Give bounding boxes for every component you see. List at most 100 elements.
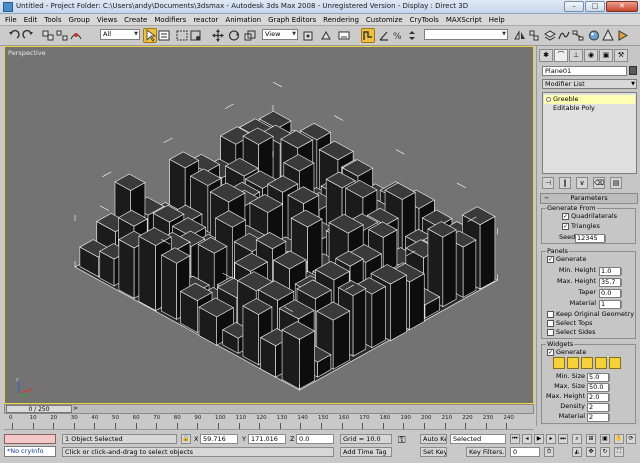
select-tops-checkbox[interactable]: [547, 320, 554, 327]
create-tab-icon[interactable]: ✱: [539, 49, 553, 62]
taper-spinner[interactable]: 0.0: [599, 289, 622, 298]
select-object-icon[interactable]: [143, 28, 157, 43]
menu-graph-editors[interactable]: Graph Editors: [268, 16, 316, 24]
menu-group[interactable]: Group: [69, 16, 90, 24]
object-name-field[interactable]: Plane01: [542, 66, 627, 76]
time-slider-handle[interactable]: 0 / 250: [6, 405, 72, 413]
unlink-icon[interactable]: [56, 29, 68, 42]
maxscript-listener-mini[interactable]: [4, 434, 56, 444]
widget-type-4-icon[interactable]: [595, 357, 607, 369]
close-button[interactable]: ✕: [606, 1, 638, 12]
x-coordinate-field[interactable]: 59.716: [200, 434, 238, 444]
viewport-label[interactable]: Perspective: [8, 49, 46, 57]
select-and-move-icon[interactable]: [212, 29, 224, 42]
pan-icon[interactable]: ✋: [614, 434, 624, 444]
parameters-rollout-header[interactable]: − Parameters: [540, 193, 638, 204]
min-size-spinner[interactable]: 5.0: [587, 373, 610, 382]
minimize-button[interactable]: –: [564, 1, 584, 12]
layer-manager-icon[interactable]: [544, 29, 556, 42]
stack-item-greeble[interactable]: Greeble: [544, 95, 635, 104]
menu-reactor[interactable]: reactor: [193, 16, 218, 24]
lightbulb-icon[interactable]: [546, 97, 551, 102]
widget-type-5-icon[interactable]: [609, 357, 621, 369]
y-coordinate-field[interactable]: 171.016: [248, 434, 286, 444]
widget-type-3-icon[interactable]: [581, 357, 593, 369]
previous-frame-icon[interactable]: ◂: [522, 434, 532, 444]
next-frame-icon[interactable]: ▸: [546, 434, 556, 444]
perspective-viewport[interactable]: Perspective z: [4, 46, 534, 404]
snaps-toggle-icon[interactable]: [361, 28, 375, 43]
hand-pan-icon[interactable]: ✥: [586, 447, 596, 457]
curve-editor-icon[interactable]: [558, 29, 570, 42]
arc-rotate-icon[interactable]: ↻: [600, 447, 610, 457]
modify-tab-icon[interactable]: ⌒: [554, 49, 568, 62]
zoom-icon[interactable]: ⌕: [572, 434, 582, 444]
key-icon[interactable]: ⚿: [398, 436, 406, 446]
field-of-view-icon[interactable]: ◭: [572, 447, 582, 457]
key-mode-dropdown[interactable]: Selected: [450, 434, 506, 444]
remove-modifier-icon[interactable]: ⌫: [593, 177, 605, 189]
widget-type-1-icon[interactable]: [553, 357, 565, 369]
menu-animation[interactable]: Animation: [225, 16, 261, 24]
current-frame-field[interactable]: 0: [510, 447, 540, 457]
menu-help[interactable]: Help: [489, 16, 505, 24]
widget-max-height-spinner[interactable]: 2.0: [587, 393, 610, 402]
maxscript-prompt[interactable]: *No cryInfo: [4, 446, 56, 457]
auto-key-button[interactable]: Auto Key: [420, 434, 447, 444]
mirror-icon[interactable]: [514, 29, 526, 42]
widget-type-2-icon[interactable]: [567, 357, 579, 369]
modifier-list-dropdown[interactable]: Modifier List ▼: [542, 79, 637, 89]
widgets-generate-checkbox[interactable]: ✓: [547, 349, 554, 356]
select-and-manipulate-icon[interactable]: [320, 29, 332, 42]
render-setup-icon[interactable]: [602, 29, 614, 42]
app-icon[interactable]: [3, 2, 13, 12]
menu-modifiers[interactable]: Modifiers: [154, 16, 186, 24]
display-tab-icon[interactable]: ▣: [599, 49, 613, 62]
greeble-city-mesh[interactable]: [5, 47, 533, 403]
menu-maxscript[interactable]: MAXScript: [446, 16, 482, 24]
keyboard-shortcut-override-icon[interactable]: [338, 29, 350, 42]
triangles-checkbox[interactable]: ✓: [562, 223, 569, 230]
select-and-scale-icon[interactable]: [244, 29, 256, 42]
object-color-swatch[interactable]: [629, 66, 637, 75]
time-configuration-icon[interactable]: ⏱: [544, 447, 554, 457]
max-height-spinner[interactable]: 35.7: [599, 278, 622, 287]
time-slider-next-icon[interactable]: >: [73, 405, 78, 413]
configure-modifier-sets-icon[interactable]: ▤: [610, 177, 622, 189]
panels-generate-checkbox[interactable]: ✓: [547, 256, 554, 263]
select-sides-checkbox[interactable]: [547, 329, 554, 336]
material-editor-icon[interactable]: [588, 29, 600, 42]
maximize-button[interactable]: □: [585, 1, 605, 12]
percent-snap-icon[interactable]: %: [392, 29, 404, 42]
density-spinner[interactable]: 2: [587, 403, 610, 412]
named-selection-sets-dropdown[interactable]: ▼: [424, 29, 508, 40]
menu-file[interactable]: File: [5, 16, 17, 24]
undo-icon[interactable]: [8, 29, 20, 42]
min-height-spinner[interactable]: 1.0: [599, 267, 622, 276]
hierarchy-tab-icon[interactable]: ⊥: [569, 49, 583, 62]
angle-snap-icon[interactable]: [378, 29, 390, 42]
motion-tab-icon[interactable]: ◉: [584, 49, 598, 62]
bind-to-space-warp-icon[interactable]: [70, 29, 82, 42]
menu-edit[interactable]: Edit: [24, 16, 38, 24]
orbit-icon[interactable]: ⟳: [626, 434, 636, 444]
menu-rendering[interactable]: Rendering: [323, 16, 359, 24]
schematic-view-icon[interactable]: [572, 29, 584, 42]
maximize-viewport-icon[interactable]: ⛶: [614, 447, 624, 457]
set-key-button[interactable]: Set Key: [420, 447, 447, 457]
window-crossing-icon[interactable]: [190, 29, 202, 42]
select-and-link-icon[interactable]: [42, 29, 54, 42]
widgets-material-spinner[interactable]: 2: [587, 413, 610, 422]
pivot-center-icon[interactable]: [302, 29, 314, 42]
redo-icon[interactable]: [22, 29, 34, 42]
max-size-spinner[interactable]: 50.0: [587, 383, 610, 392]
pin-stack-icon[interactable]: ⊣: [542, 177, 554, 189]
go-to-start-icon[interactable]: ⏮: [510, 434, 520, 444]
add-time-tag-button[interactable]: Add Time Tag: [340, 447, 392, 457]
menu-customize[interactable]: Customize: [366, 16, 403, 24]
z-coordinate-field[interactable]: 0.0: [296, 434, 334, 444]
quadrilaterals-checkbox[interactable]: ✓: [562, 213, 569, 220]
time-slider[interactable]: 0 / 250 >: [4, 404, 534, 414]
select-and-rotate-icon[interactable]: [228, 29, 240, 42]
menu-crytools[interactable]: CryTools: [410, 16, 439, 24]
